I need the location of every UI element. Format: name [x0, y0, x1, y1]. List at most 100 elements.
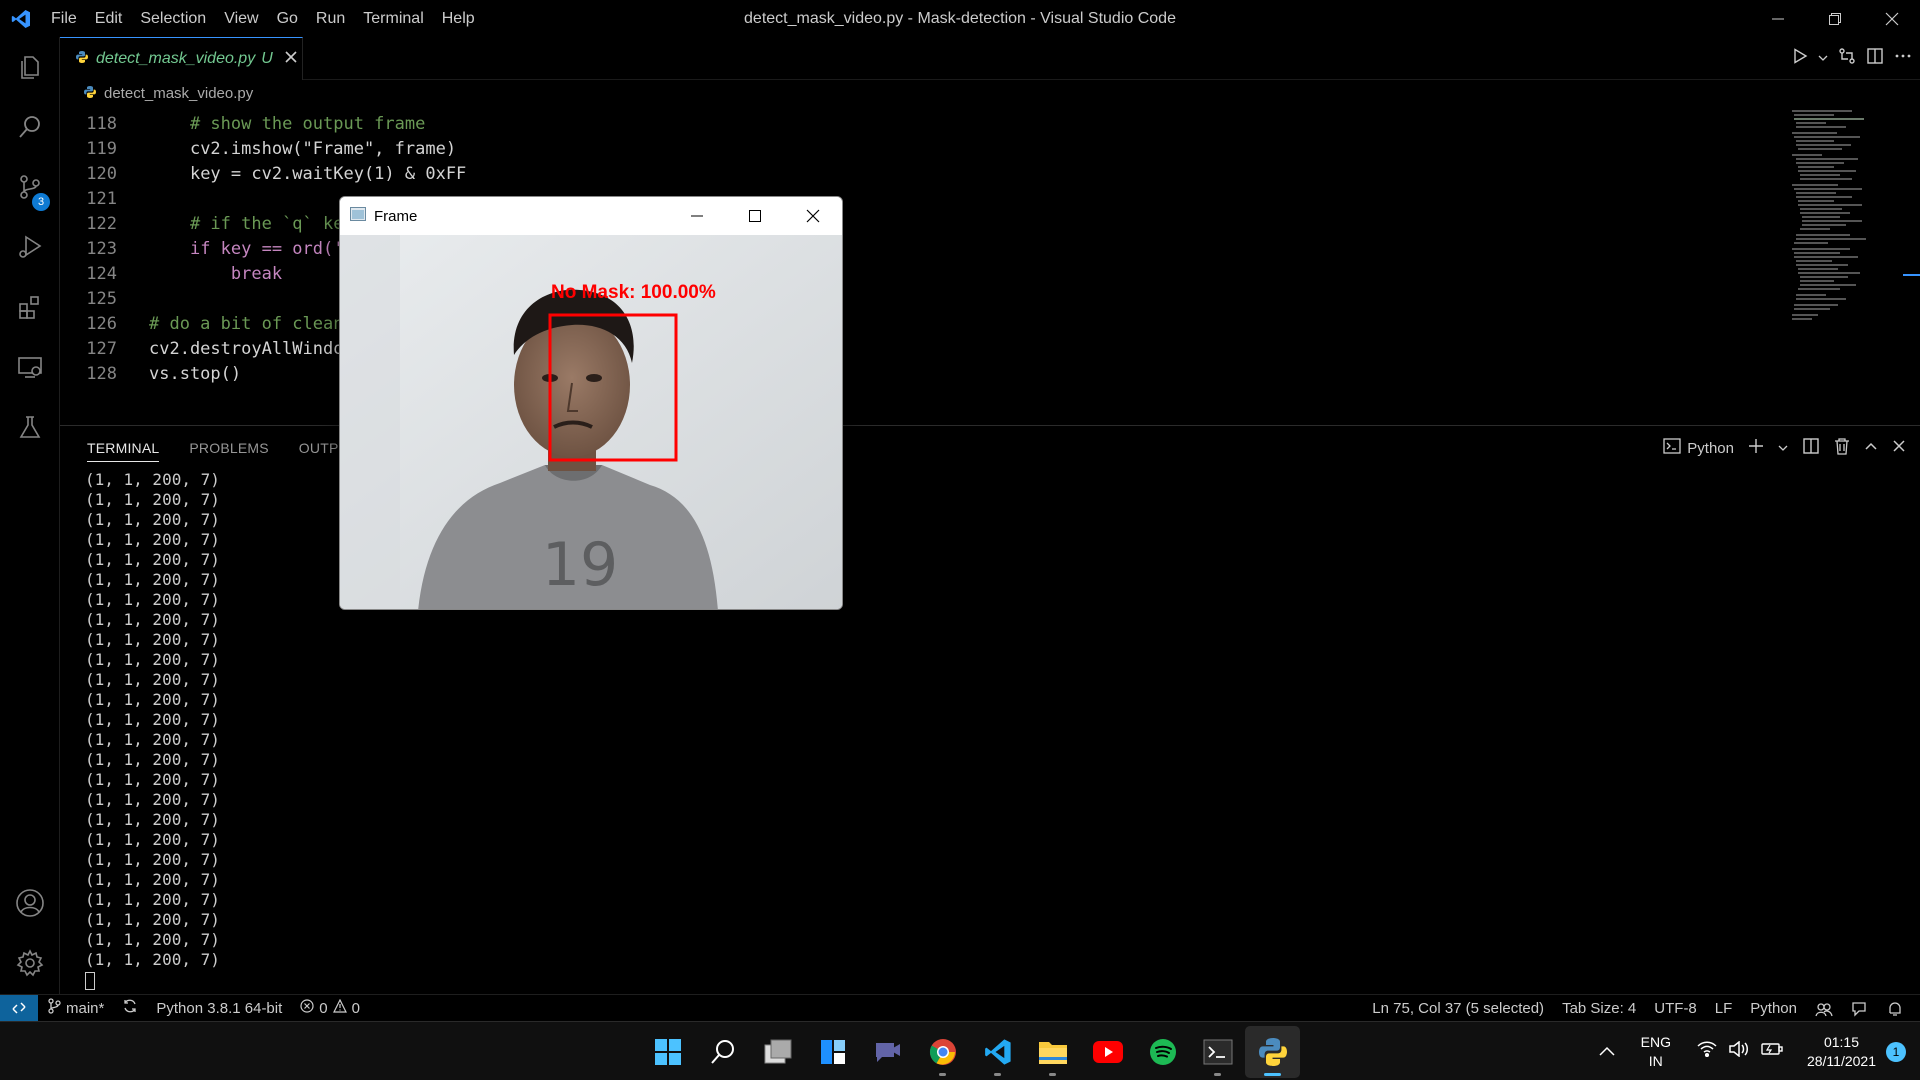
run-python-file-icon[interactable] [1792, 48, 1808, 69]
language-mode[interactable]: Python [1741, 995, 1806, 1022]
sync-changes[interactable] [113, 995, 147, 1022]
menu-view[interactable]: View [215, 0, 267, 37]
split-terminal-icon[interactable] [1802, 437, 1820, 459]
panel-actions: Python [1663, 426, 1906, 470]
frame-close-button[interactable] [784, 197, 842, 235]
status-bar-right: Ln 75, Col 37 (5 selected) Tab Size: 4 U… [1363, 995, 1912, 1022]
branch-icon [47, 998, 61, 1018]
menu-help[interactable]: Help [433, 0, 484, 37]
end-of-line[interactable]: LF [1706, 995, 1742, 1022]
search-icon[interactable] [0, 97, 60, 157]
close-panel-icon[interactable] [1892, 439, 1906, 457]
split-editor-icon[interactable] [1866, 47, 1884, 70]
tab-size[interactable]: Tab Size: 4 [1553, 995, 1645, 1022]
remote-window-button[interactable] [0, 994, 38, 1022]
extensions-icon[interactable] [0, 277, 60, 337]
frame-title: Frame [374, 207, 418, 225]
menu-selection[interactable]: Selection [131, 0, 215, 37]
chrome-icon[interactable] [915, 1026, 970, 1078]
run-debug-icon[interactable] [0, 217, 60, 277]
terminal-shell-selector[interactable]: Python [1663, 438, 1734, 458]
code-line: 121 [86, 189, 117, 209]
run-dropdown-chevron-icon[interactable] [1818, 50, 1828, 68]
terminal-line: (1, 1, 200, 7) [85, 650, 220, 669]
frame-minimize-button[interactable] [668, 197, 726, 235]
code-line: 128 vs.stop() [86, 364, 242, 384]
git-branch[interactable]: main* [38, 995, 113, 1022]
remote-explorer-icon[interactable] [0, 337, 60, 397]
minimize-button[interactable] [1749, 0, 1806, 37]
search-icon[interactable] [695, 1026, 750, 1078]
widgets-icon[interactable] [805, 1026, 860, 1078]
frame-window[interactable]: Frame 19 No Mask: 100.00% [339, 196, 843, 610]
more-actions-icon[interactable] [1894, 47, 1912, 70]
settings-gear-icon[interactable] [0, 933, 60, 993]
file-encoding[interactable]: UTF-8 [1645, 995, 1706, 1022]
vscode-icon[interactable] [970, 1026, 1025, 1078]
python-icon[interactable] [1245, 1025, 1300, 1078]
close-tab-icon[interactable] [285, 50, 297, 68]
scrollbar-position-indicator[interactable] [1903, 274, 1920, 276]
cursor-position[interactable]: Ln 75, Col 37 (5 selected) [1363, 995, 1553, 1022]
input-language[interactable]: ENG IN [1641, 1033, 1671, 1071]
terminal-line: (1, 1, 200, 7) [85, 870, 220, 889]
menu-go[interactable]: Go [268, 0, 307, 37]
source-control-icon[interactable]: 3 [0, 157, 60, 217]
notification-center-badge[interactable]: 1 [1886, 1041, 1906, 1062]
terminal-dropdown-chevron-icon[interactable] [1778, 440, 1788, 457]
live-share-icon[interactable] [1806, 995, 1842, 1022]
spotify-icon[interactable] [1135, 1026, 1190, 1078]
file-explorer-icon[interactable] [1025, 1026, 1080, 1078]
battery-icon[interactable] [1761, 1042, 1783, 1061]
show-hidden-icons-chevron-icon[interactable] [1599, 1043, 1615, 1061]
terminal-line: (1, 1, 200, 7) [85, 730, 220, 749]
breadcrumb-file[interactable]: detect_mask_video.py [104, 85, 253, 102]
restore-button[interactable] [1806, 0, 1863, 37]
minimap[interactable] [1790, 108, 1890, 398]
tab-terminal[interactable]: TERMINAL [87, 426, 160, 470]
volume-icon[interactable] [1729, 1040, 1749, 1062]
terminal-shell-label: Python [1687, 439, 1734, 457]
code-line: 120 key = cv2.waitKey(1) & 0xFF [86, 164, 467, 184]
code-line: 119 cv2.imshow("Frame", frame) [86, 139, 457, 159]
terminal-line: (1, 1, 200, 7) [85, 690, 220, 709]
code-editor[interactable]: 118 # show the output frame 119 cv2.imsh… [60, 112, 1780, 387]
clock[interactable]: 01:15 28/11/2021 [1807, 1033, 1876, 1071]
maximize-panel-chevron-up-icon[interactable] [1864, 439, 1878, 457]
python-interpreter[interactable]: Python 3.8.1 64-bit [147, 995, 291, 1022]
menu-edit[interactable]: Edit [86, 0, 132, 37]
system-tray: ENG IN 01:15 28/11/2021 1 [1599, 1022, 1920, 1080]
start-icon[interactable] [640, 1026, 695, 1078]
task-view-icon[interactable] [750, 1026, 805, 1078]
explorer-icon[interactable] [0, 37, 60, 97]
language-region: IN [1648, 1052, 1663, 1069]
menu-run[interactable]: Run [307, 0, 354, 37]
menu-terminal[interactable]: Terminal [354, 0, 432, 37]
account-icon[interactable] [0, 873, 60, 933]
frame-maximize-button[interactable] [726, 197, 784, 235]
problems-summary[interactable]: 0 0 [291, 995, 369, 1022]
terminal-line: (1, 1, 200, 7) [85, 910, 220, 929]
wifi-icon[interactable] [1697, 1041, 1717, 1062]
close-window-button[interactable] [1863, 0, 1920, 37]
terminal-line: (1, 1, 200, 7) [85, 950, 220, 969]
frame-title-bar[interactable]: Frame [340, 197, 842, 235]
terminal-line: (1, 1, 200, 7) [85, 930, 220, 949]
menu-file[interactable]: File [42, 0, 86, 37]
open-changes-icon[interactable] [1838, 47, 1856, 70]
error-count: 0 [319, 999, 328, 1017]
terminal-icon[interactable] [1190, 1026, 1245, 1078]
terminal-line: (1, 1, 200, 7) [85, 850, 220, 869]
window-controls [1749, 0, 1920, 37]
feedback-icon[interactable] [1842, 995, 1878, 1022]
new-terminal-icon[interactable] [1748, 438, 1764, 458]
editor-tab-active[interactable]: detect_mask_video.py U [60, 37, 303, 80]
windows-taskbar: ENG IN 01:15 28/11/2021 1 [0, 1021, 1920, 1080]
chat-icon[interactable] [860, 1026, 915, 1078]
tab-problems[interactable]: PROBLEMS [189, 426, 268, 470]
testing-icon[interactable] [0, 397, 60, 457]
notifications-bell-icon[interactable] [1878, 995, 1912, 1022]
kill-terminal-trash-icon[interactable] [1834, 437, 1850, 459]
code-line: 127 cv2.destroyAllWindo [86, 339, 344, 359]
youtube-icon[interactable] [1080, 1026, 1135, 1078]
